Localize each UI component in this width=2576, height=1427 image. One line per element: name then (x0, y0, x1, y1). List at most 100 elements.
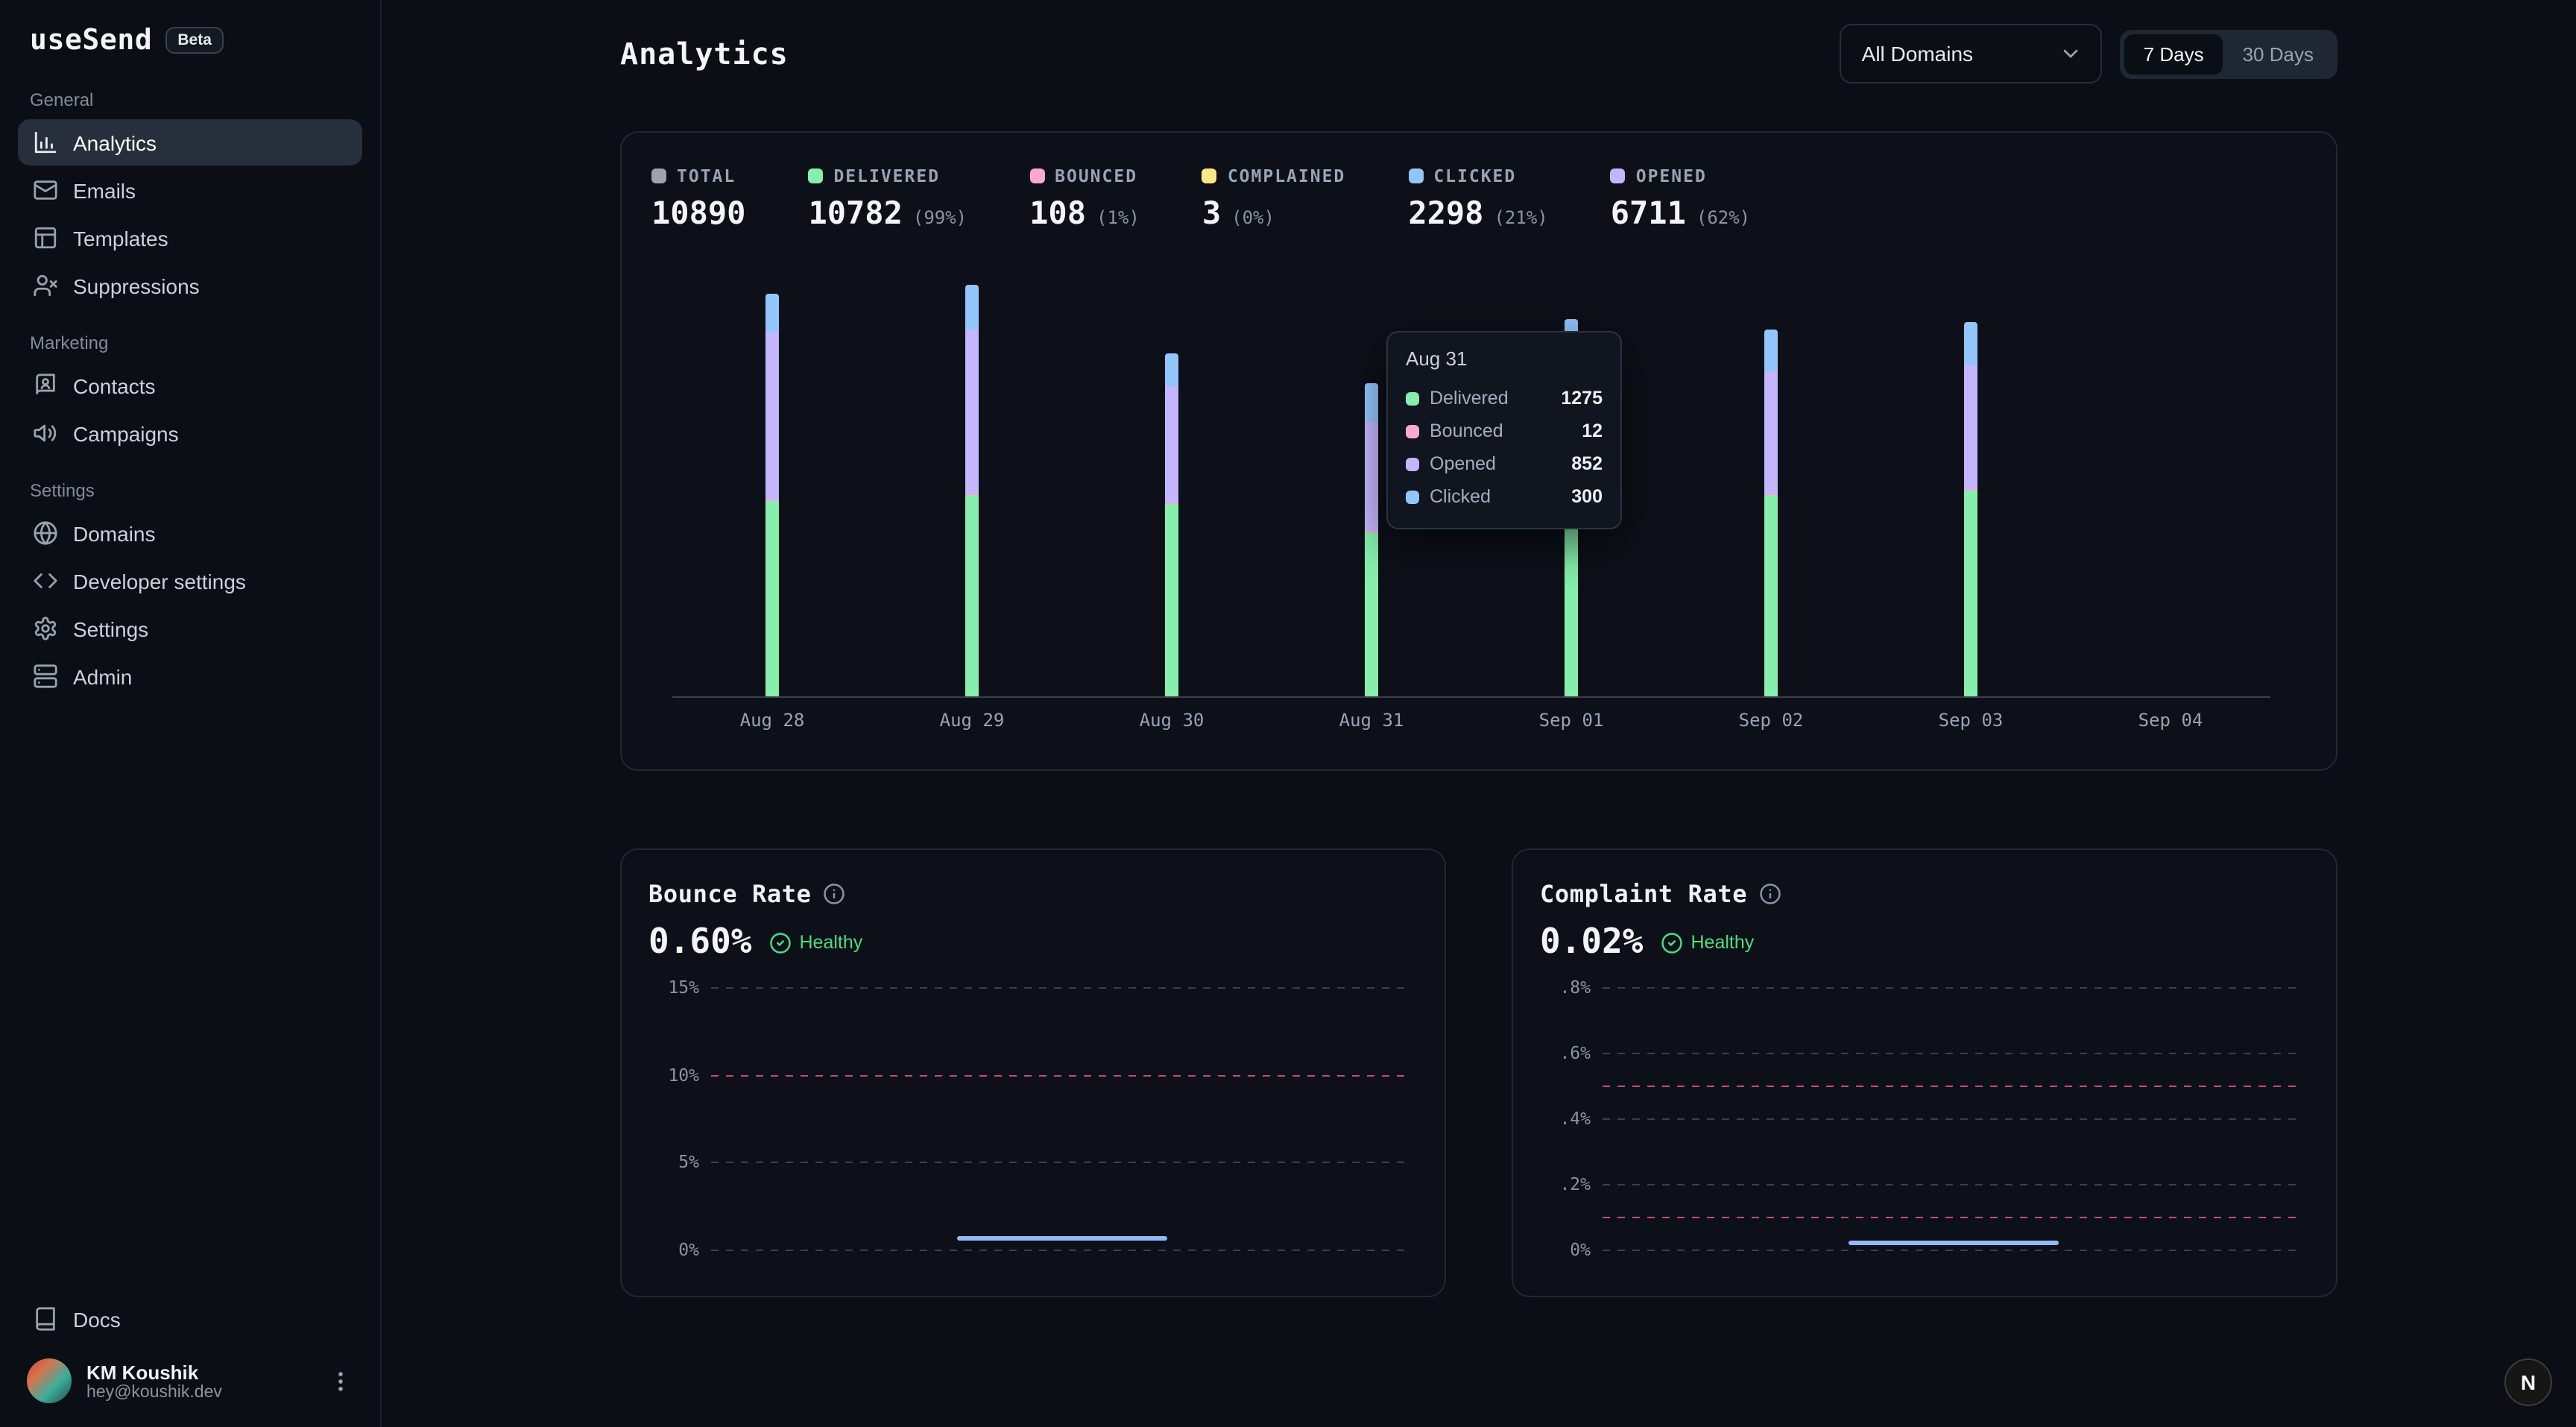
page-header: Analytics All Domains 7 Days30 Days (620, 24, 2337, 84)
threshold-line (1603, 1086, 2303, 1087)
y-tick-label: .2% (1540, 1174, 1591, 1194)
avatar (27, 1358, 72, 1403)
complaint-rate-header: Complaint Rate (1540, 880, 2309, 908)
mail-icon (33, 177, 58, 203)
bar-segment-opened (965, 330, 979, 494)
rate-data-line (1848, 1241, 2058, 1245)
bar-segment-clicked (1565, 319, 1578, 360)
bar-segment-clicked (965, 284, 979, 329)
sidebar-item-docs[interactable]: Docs (18, 1296, 362, 1342)
x-tick-label: Aug 31 (1339, 710, 1404, 731)
range-option-7-days[interactable]: 7 Days (2124, 34, 2223, 74)
nav-section-label-general: General (30, 89, 350, 110)
stat-dot (651, 168, 666, 183)
sidebar-item-domains[interactable]: Domains (18, 510, 362, 556)
bar-sep-02[interactable] (1764, 329, 1778, 696)
stat-value: 2298 (1408, 195, 1483, 231)
bar-segment-opened (765, 332, 779, 499)
bar-sep-01[interactable] (1565, 319, 1578, 696)
user-profile[interactable]: KM Koushik hey@koushik.dev (18, 1343, 362, 1406)
bounce-rate-header: Bounce Rate (648, 880, 1418, 908)
x-tick-label: Sep 02 (1739, 710, 1804, 731)
bar-segment-opened (1365, 421, 1378, 531)
gridline (711, 1250, 1412, 1251)
tooltip-series-dot (1406, 490, 1419, 503)
stat-value: 3 (1202, 195, 1221, 231)
stat-clicked: CLICKED2298(21%) (1408, 166, 1547, 231)
bar-plot: Aug 31 Delivered1275Bounced12Opened852Cl… (672, 285, 2270, 698)
sidebar-item-campaigns[interactable]: Campaigns (18, 410, 362, 456)
sidebar-item-developer-settings[interactable]: Developer settings (18, 558, 362, 604)
domain-filter-select[interactable]: All Domains (1840, 24, 2102, 84)
bar-sep-03[interactable] (1964, 321, 1977, 696)
layout-panel-icon (33, 225, 58, 251)
book-icon (33, 1306, 58, 1332)
rate-plot (1603, 987, 2303, 1250)
globe-icon (33, 520, 58, 546)
complaint-rate-status-badge: Healthy (1661, 931, 1755, 954)
stat-dot (1611, 168, 1626, 183)
tooltip-series-label: Bounced (1430, 420, 1571, 441)
sidebar-nav: General Analytics Emails Templates Suppressi… (18, 66, 362, 701)
stat-dot (808, 168, 823, 183)
sidebar-item-label: Templates (73, 226, 168, 250)
sidebar-item-label: Analytics (73, 130, 157, 154)
stat-dot (1408, 168, 1423, 183)
stat-opened: OPENED6711(62%) (1611, 166, 1750, 231)
server-icon (33, 664, 58, 689)
bar-aug-31[interactable] (1365, 382, 1378, 696)
stats-row: TOTAL10890DELIVERED10782(99%)BOUNCED108(… (648, 166, 2309, 231)
y-tick-label: 15% (648, 977, 699, 998)
app-root: useSend Beta GeneralAnalyticsEmailsTempl… (0, 0, 2576, 1427)
gridline (711, 987, 1412, 989)
x-tick-label: Aug 30 (1140, 710, 1205, 731)
y-tick-label: .8% (1540, 977, 1591, 998)
y-tick-label: 10% (648, 1064, 699, 1085)
stat-complained: COMPLAINED 3 (0%) (1202, 166, 1346, 231)
range-option-30-days[interactable]: 30 Days (2223, 34, 2333, 74)
stat-percentage: (0%) (1231, 207, 1275, 228)
sidebar-item-contacts[interactable]: Contacts (18, 362, 362, 409)
tooltip-series-value: 12 (1582, 420, 1603, 441)
stat-label: COMPLAINED (1228, 166, 1346, 186)
bounce-rate-status-badge: Healthy (770, 931, 863, 954)
sidebar-item-settings[interactable]: Settings (18, 605, 362, 652)
bar-segment-delivered (1565, 510, 1578, 696)
info-icon[interactable] (824, 883, 846, 905)
bar-aug-29[interactable] (965, 284, 979, 696)
info-icon[interactable] (1759, 883, 1781, 905)
stat-value: 10890 (651, 195, 745, 231)
stat-label: DELIVERED (833, 166, 940, 186)
nav-section-label-marketing: Marketing (30, 333, 350, 353)
gridline (1603, 1184, 2303, 1185)
sidebar-item-suppressions[interactable]: Suppressions (18, 262, 362, 309)
page-title: Analytics (620, 36, 789, 72)
sidebar-item-label: Contacts (73, 374, 156, 397)
gear-icon (33, 616, 58, 641)
sidebar-item-admin[interactable]: Admin (18, 653, 362, 699)
stat-label: CLICKED (1433, 166, 1516, 186)
bar-aug-28[interactable] (765, 293, 779, 696)
nextjs-dev-badge[interactable]: N (2504, 1358, 2552, 1406)
bar-segment-clicked (1764, 329, 1778, 371)
sidebar-item-analytics[interactable]: Analytics (18, 119, 362, 166)
complaint-rate-chart: .8%.6%.4%.2%0% (1540, 977, 2309, 1272)
overview-card: TOTAL10890DELIVERED10782(99%)BOUNCED108(… (620, 131, 2337, 771)
sidebar-item-templates[interactable]: Templates (18, 215, 362, 261)
sidebar-item-label: Emails (73, 178, 136, 202)
y-tick-label: .6% (1540, 1042, 1591, 1063)
complaint-rate-value-row: 0.02% Healthy (1540, 923, 2309, 962)
stat-bounced: BOUNCED108(1%) (1029, 166, 1140, 231)
user-meta: KM Koushik hey@koushik.dev (86, 1361, 313, 1401)
bar-segment-clicked (1964, 321, 1977, 365)
bar-segment-delivered (1764, 496, 1778, 696)
bar-aug-30[interactable] (1165, 354, 1178, 696)
sidebar-item-label: Domains (73, 521, 156, 545)
ellipsis-vertical-icon[interactable] (328, 1368, 353, 1393)
stat-percentage: (99%) (913, 207, 967, 228)
rate-cards-row: Bounce Rate 0.60% Healthy 15%10%5%0% (620, 848, 2337, 1297)
stat-value: 108 (1029, 195, 1086, 231)
sidebar-item-emails[interactable]: Emails (18, 167, 362, 213)
chart-tooltip: Aug 31 Delivered1275Bounced12Opened852Cl… (1386, 331, 1622, 529)
stat-value: 10782 (808, 195, 902, 231)
